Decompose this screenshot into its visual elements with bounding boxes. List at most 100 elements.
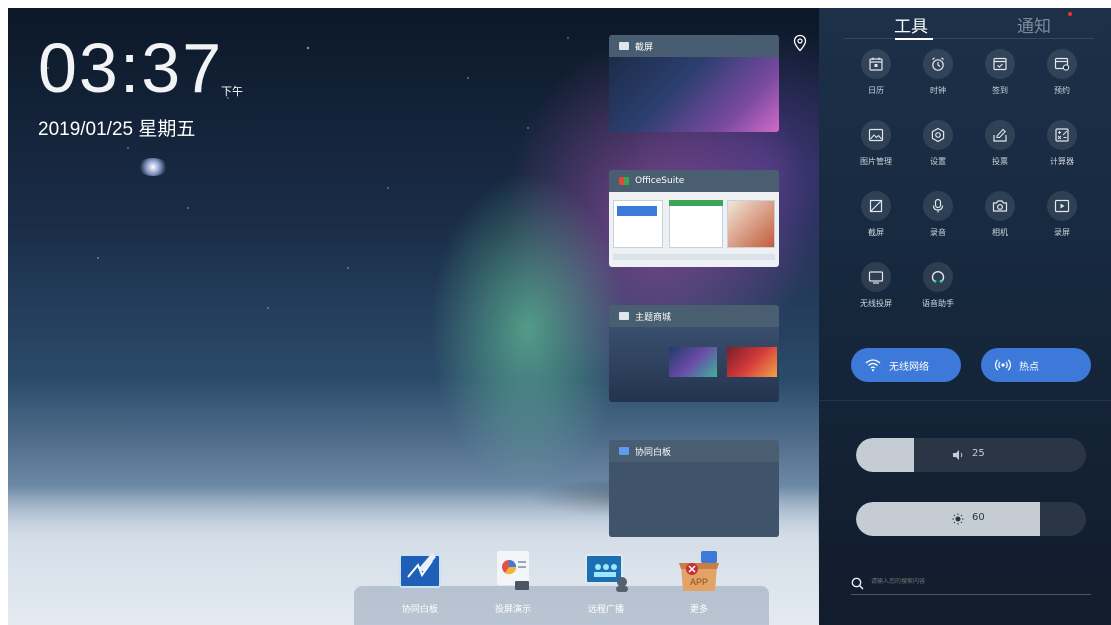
- app-box-icon: APP: [677, 549, 721, 593]
- brightness-value: 60: [972, 512, 985, 523]
- tool-label: 设置: [930, 157, 946, 166]
- recent-card-whiteboard[interactable]: 协同白板: [609, 440, 779, 537]
- tab-tools[interactable]: 工具: [894, 12, 928, 37]
- tool-voice-assistant[interactable]: 语音助手: [913, 262, 963, 309]
- tool-label: 投票: [992, 157, 1008, 166]
- tool-label: 预约: [1054, 86, 1070, 95]
- tool-label: 录屏: [1054, 228, 1070, 237]
- voice-assistant-icon: [931, 271, 945, 283]
- divider: [844, 38, 1094, 39]
- recent-card-title: 截屏: [635, 42, 654, 53]
- tool-vote[interactable]: 投票: [975, 120, 1025, 167]
- reservation-icon: [1054, 57, 1070, 71]
- tool-panel: 工具 通知 日历 时钟 签到 预约图片管理 设置 投票 计算器截屏 录音 相机 录屏无线投屏 语音助…: [819, 8, 1111, 625]
- tool-label: 签到: [992, 86, 1008, 95]
- microphone-icon: [932, 198, 944, 213]
- card-preview: [609, 57, 779, 132]
- app-box-text: APP: [690, 577, 708, 587]
- search-bar: [851, 575, 1091, 595]
- tool-label: 相机: [992, 228, 1008, 237]
- tool-label: 录音: [930, 228, 946, 237]
- tool-label: 语音助手: [922, 299, 954, 308]
- screen-record-icon: [1054, 199, 1070, 213]
- check-in-icon: [993, 57, 1007, 71]
- tool-settings[interactable]: 设置: [913, 120, 963, 167]
- tool-reservation[interactable]: 预约: [1037, 49, 1087, 96]
- recent-card-title: 主题商城: [635, 312, 672, 323]
- brightness-icon: [952, 513, 964, 525]
- whiteboard-icon: [398, 549, 442, 593]
- dock-label: 投屏演示: [494, 605, 531, 615]
- broadcast-icon: [584, 549, 628, 593]
- brightness-slider[interactable]: 60: [856, 502, 1086, 536]
- hotspot-toggle[interactable]: 热点: [981, 348, 1091, 382]
- vote-icon: [993, 128, 1007, 142]
- recent-card-officesuite[interactable]: OfficeSuite: [609, 170, 779, 267]
- notification-badge: [1068, 12, 1072, 16]
- wallpaper-galaxy: [138, 158, 168, 176]
- search-icon: [851, 577, 864, 590]
- tool-microphone[interactable]: 录音: [913, 191, 963, 238]
- brightness-fill: [856, 502, 1040, 536]
- tool-image[interactable]: 图片管理: [851, 120, 901, 167]
- tool-label: 无线投屏: [860, 299, 892, 308]
- tool-alarm-clock[interactable]: 时钟: [913, 49, 963, 96]
- dock-label: 远程广播: [587, 605, 624, 615]
- recent-card-screenshot[interactable]: 截屏: [609, 35, 779, 132]
- clock-ampm: 下午: [221, 85, 243, 98]
- settings-icon: [931, 127, 945, 143]
- location-pin-icon[interactable]: [791, 34, 809, 52]
- dock-item-remote-broadcast[interactable]: 远程广播: [573, 549, 639, 615]
- clock-time: 03:37: [38, 29, 224, 107]
- dock-label: 协同白板: [401, 605, 438, 615]
- search-input[interactable]: [871, 578, 1071, 585]
- dock-label: 更多: [689, 605, 708, 615]
- wifi-icon: [865, 359, 881, 372]
- camera-icon: [992, 200, 1008, 212]
- volume-icon: [953, 450, 963, 460]
- screenshot-icon: [619, 42, 629, 50]
- card-preview: [609, 327, 779, 402]
- whiteboard-icon: [619, 447, 629, 455]
- hotspot-label: 热点: [1019, 361, 1039, 373]
- card-preview: [609, 462, 779, 537]
- tool-label: 截屏: [868, 228, 884, 237]
- tool-label: 日历: [868, 86, 884, 95]
- card-preview: [609, 192, 779, 267]
- tool-screenshot[interactable]: 截屏: [851, 191, 901, 238]
- dock-item-whiteboard[interactable]: 协同白板: [387, 549, 453, 615]
- tool-label: 计算器: [1050, 157, 1074, 166]
- alarm-clock-icon: [932, 57, 944, 71]
- tool-screen-record[interactable]: 录屏: [1037, 191, 1087, 238]
- tool-calendar[interactable]: 日历: [851, 49, 901, 96]
- desktop-screen: 03:37 下午 2019/01/25 星期五 截屏 OfficeSuite 主…: [8, 8, 1111, 625]
- image-icon: [868, 128, 884, 142]
- recent-card-title: 协同白板: [635, 447, 672, 458]
- dock-item-screen-presentation[interactable]: 投屏演示: [480, 549, 546, 615]
- calculator-icon: [1055, 128, 1069, 142]
- panel-tabs: 工具 通知: [819, 8, 1111, 42]
- officesuite-icon: [619, 177, 629, 185]
- tool-calculator[interactable]: 计算器: [1037, 120, 1087, 167]
- tool-label: 时钟: [930, 86, 946, 95]
- dock-item-more[interactable]: APP 更多: [666, 549, 732, 615]
- divider: [819, 400, 1111, 401]
- wifi-toggle[interactable]: 无线网络: [851, 348, 961, 382]
- volume-slider[interactable]: 25: [856, 438, 1086, 472]
- tab-notifications[interactable]: 通知: [1017, 12, 1051, 37]
- presentation-icon: [491, 549, 535, 593]
- volume-value: 25: [972, 448, 985, 459]
- volume-fill: [856, 438, 914, 472]
- tool-wireless-cast[interactable]: 无线投屏: [851, 262, 901, 309]
- hotspot-icon: [995, 359, 1011, 371]
- wireless-cast-icon: [868, 271, 884, 284]
- theme-store-icon: [619, 312, 629, 320]
- tool-check-in[interactable]: 签到: [975, 49, 1025, 96]
- tool-label: 图片管理: [860, 157, 892, 166]
- recent-card-theme-store[interactable]: 主题商城: [609, 305, 779, 402]
- recent-card-title: OfficeSuite: [635, 176, 685, 186]
- screenshot-icon: [869, 199, 883, 213]
- wifi-label: 无线网络: [889, 361, 929, 373]
- calendar-icon: [869, 57, 883, 71]
- tool-camera[interactable]: 相机: [975, 191, 1025, 238]
